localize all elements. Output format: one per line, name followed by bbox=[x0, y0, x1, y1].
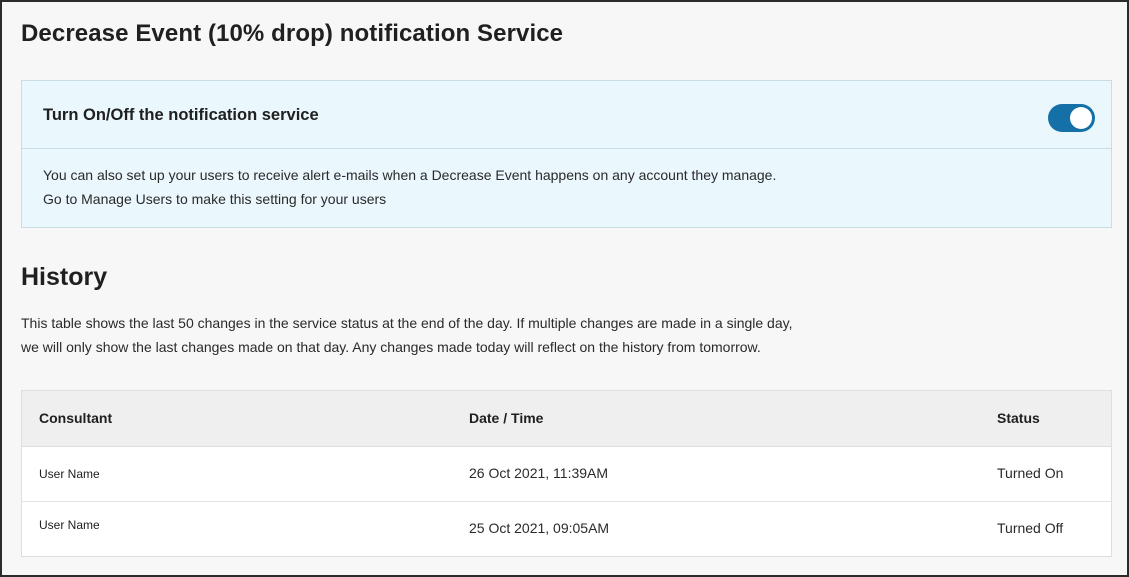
notification-toggle-switch[interactable] bbox=[1048, 104, 1095, 132]
table-row: User Name 26 Oct 2021, 11:39AM Turned On bbox=[22, 447, 1111, 502]
header-status: Status bbox=[997, 410, 1040, 426]
row-status: Turned On bbox=[997, 465, 1064, 481]
notification-toggle-label: Turn On/Off the notification service bbox=[43, 106, 319, 124]
toggle-knob bbox=[1070, 107, 1092, 129]
row-consultant: User Name bbox=[39, 518, 100, 532]
notification-toggle-row: Turn On/Off the notification service bbox=[22, 81, 1111, 149]
row-date-time: 26 Oct 2021, 11:39AM bbox=[469, 465, 609, 481]
notification-description-line-2: Go to Manage Users to make this setting … bbox=[43, 190, 387, 207]
table-header-row: Consultant Date / Time Status bbox=[22, 391, 1111, 447]
row-date-time: 25 Oct 2021, 09:05AM bbox=[469, 520, 610, 536]
notification-description-line-1: You can also set up your users to receiv… bbox=[43, 167, 777, 183]
notification-description: You can also set up your users to receiv… bbox=[22, 149, 1111, 211]
page-frame: Decrease Event (10% drop) notification S… bbox=[0, 0, 1129, 577]
row-status: Turned Off bbox=[997, 520, 1064, 536]
notification-settings-card: Turn On/Off the notification service You… bbox=[21, 80, 1112, 228]
history-table: Consultant Date / Time Status User Name … bbox=[21, 390, 1112, 557]
header-date-time: Date / Time bbox=[469, 410, 544, 426]
history-description-line-1: This table shows the last 50 changes in … bbox=[21, 315, 793, 331]
table-row: User Name 25 Oct 2021, 09:05AM Turned Of… bbox=[22, 502, 1111, 556]
history-description: This table shows the last 50 changes in … bbox=[21, 311, 792, 359]
history-description-line-2: we will only show the last changes made … bbox=[21, 339, 761, 355]
page-title: Decrease Event (10% drop) notification S… bbox=[21, 20, 564, 47]
header-consultant: Consultant bbox=[39, 410, 113, 426]
history-title: History bbox=[21, 263, 108, 291]
row-consultant: User Name bbox=[39, 467, 100, 481]
